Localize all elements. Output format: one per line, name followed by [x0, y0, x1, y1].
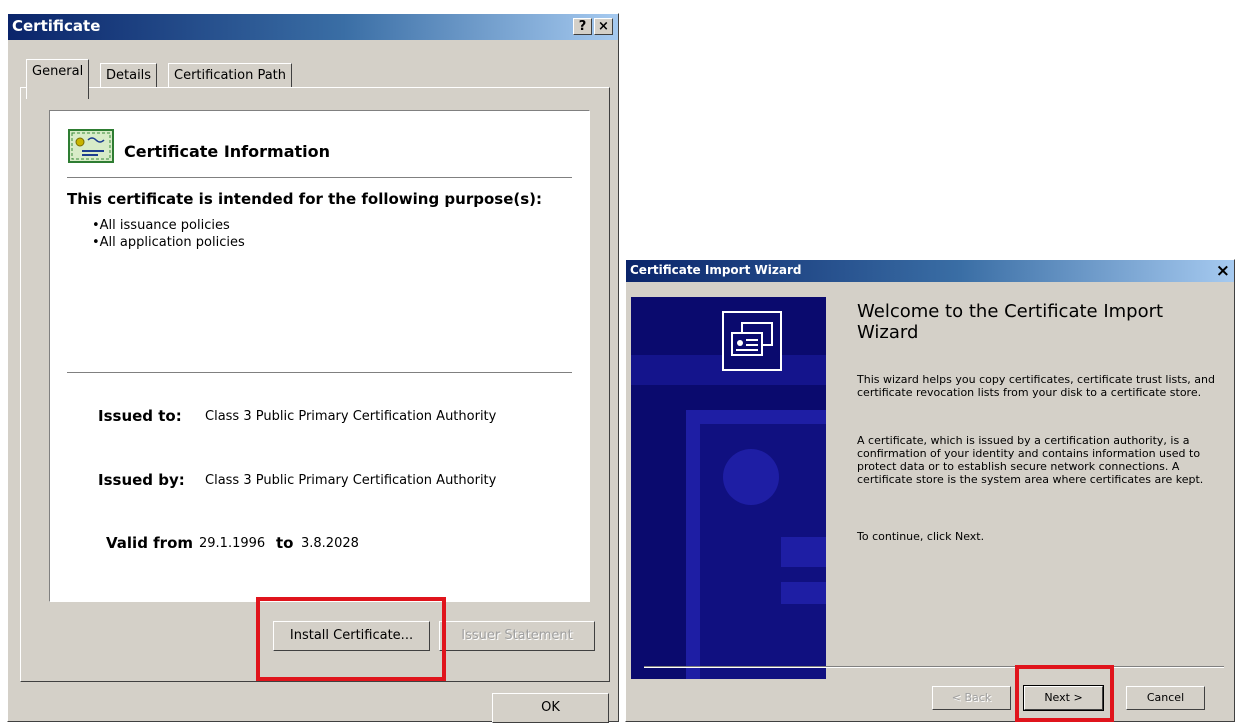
divider	[67, 177, 572, 179]
wizard-title: Certificate Import Wizard	[630, 263, 802, 277]
issued-by-value: Class 3 Public Primary Certification Aut…	[205, 473, 497, 488]
tab-certification-path[interactable]: Certification Path	[168, 63, 293, 88]
issued-to-value: Class 3 Public Primary Certification Aut…	[205, 409, 497, 424]
wizard-heading: Welcome to the Certificate Import Wizard	[857, 301, 1164, 343]
wizard-titlebar[interactable]: Certificate Import Wizard ×	[626, 260, 1234, 282]
certificate-import-wizard: Certificate Import Wizard × Welcome to t…	[625, 259, 1235, 722]
issued-to-label: Issued to:	[98, 407, 182, 425]
valid-from-value: 29.1.1996	[199, 536, 266, 551]
wizard-paragraph: To continue, click Next.	[857, 530, 985, 543]
tab-details[interactable]: Details	[100, 63, 158, 88]
help-button[interactable]: ?	[573, 18, 592, 35]
issuer-statement-button[interactable]: Issuer Statement	[439, 621, 595, 651]
certificate-icon	[68, 129, 114, 163]
wizard-certificate-icon	[722, 311, 782, 371]
purpose-item: •All issuance policies	[92, 218, 230, 233]
divider	[644, 666, 1224, 668]
cancel-button[interactable]: Cancel	[1126, 686, 1205, 710]
highlight-box	[1015, 665, 1114, 722]
close-button[interactable]: ×	[594, 18, 613, 35]
purpose-heading: This certificate is intended for the fol…	[67, 190, 543, 208]
wizard-close-button[interactable]: ×	[1216, 261, 1230, 281]
tab-general[interactable]: General	[26, 59, 90, 99]
valid-from-label: Valid from	[106, 534, 194, 552]
ok-button[interactable]: OK	[492, 693, 609, 723]
certificate-titlebar[interactable]: Certificate ? ×	[8, 14, 618, 40]
wizard-paragraph: This wizard helps you copy certificates,…	[857, 373, 1215, 399]
divider	[67, 372, 572, 374]
purpose-item: •All application policies	[92, 235, 245, 250]
highlight-box	[256, 597, 446, 681]
certificate-info-heading: Certificate Information	[124, 142, 330, 161]
certificate-title: Certificate	[12, 17, 101, 35]
wizard-paragraph: A certificate, which is issued by a cert…	[857, 434, 1204, 486]
certificate-info-box: Certificate Information This certificate…	[49, 110, 590, 602]
valid-to-label: to	[276, 534, 294, 552]
back-button[interactable]: < Back	[932, 686, 1011, 710]
valid-to-value: 3.8.2028	[301, 536, 359, 551]
general-tab-panel: Certificate Information This certificate…	[20, 87, 610, 682]
issued-by-label: Issued by:	[98, 471, 185, 489]
